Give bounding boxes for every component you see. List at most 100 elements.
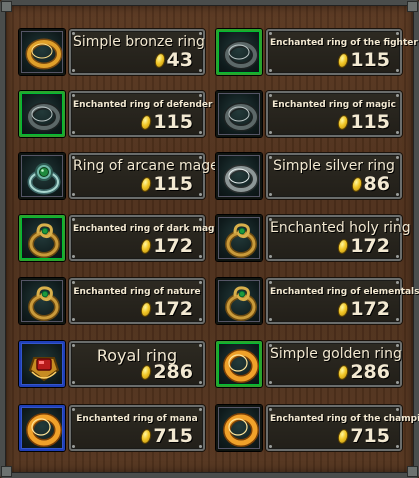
price-value: 115 [153, 111, 193, 133]
frame-stud [396, 255, 399, 258]
item-slot[interactable] [19, 215, 65, 261]
price-value: 715 [153, 425, 193, 447]
shop-item[interactable]: Enchanted ring of the fighter 115 [216, 29, 418, 77]
frame-stud [72, 218, 75, 221]
item-slot[interactable] [216, 153, 262, 199]
shop-item[interactable]: Ring of arcane mage 115 [19, 153, 219, 201]
frame-stud [396, 131, 399, 134]
gold-coin-icon [337, 364, 349, 380]
item-info-box[interactable]: Ring of arcane mage 115 [69, 153, 219, 199]
shop-item[interactable]: Simple golden ring 286 [216, 341, 404, 389]
item-info-box[interactable]: Enchanted ring of magic 115 [266, 91, 402, 137]
item-name: Enchanted ring of magic [272, 100, 396, 110]
frame-stud [199, 281, 202, 284]
shop-item[interactable]: Simple silver ring 86 [216, 153, 404, 201]
frame-stud [269, 318, 272, 321]
item-info-box[interactable]: Simple golden ring 286 [266, 341, 402, 387]
gold-coin-icon [337, 428, 349, 444]
frame-stud [199, 255, 202, 258]
shop-item[interactable]: Enchanted ring of mana 715 [19, 405, 207, 453]
item-name: Simple silver ring [273, 158, 395, 174]
item-info-box[interactable]: Enchanted ring of dark magic 172 [69, 215, 223, 261]
gold-coin-icon [140, 114, 152, 130]
frame-stud [269, 381, 272, 384]
item-info-box[interactable]: Royal ring 286 [69, 341, 205, 387]
frame-stud [396, 381, 399, 384]
frame-stud [199, 218, 202, 221]
item-slot[interactable] [216, 278, 262, 324]
frame-stud [199, 445, 202, 448]
frame-stud [396, 318, 399, 321]
item-info-box[interactable]: Enchanted ring of defender 115 [69, 91, 213, 137]
item-price: 172 [140, 235, 193, 257]
item-slot[interactable] [19, 341, 65, 387]
frame-stud [72, 69, 75, 72]
shop-item[interactable]: Enchanted ring of elementals 172 [216, 278, 419, 326]
frame-stud [396, 193, 399, 196]
frame-stud [269, 281, 272, 284]
item-info-box[interactable]: Simple silver ring 86 [266, 153, 402, 199]
item-slot[interactable] [216, 29, 262, 75]
item-info-box[interactable]: Enchanted ring of elementals 172 [266, 278, 419, 324]
shop-item[interactable]: Enchanted ring of defender 115 [19, 91, 213, 139]
item-price: 286 [337, 361, 390, 383]
price-value: 115 [153, 173, 193, 195]
frame-stud [269, 131, 272, 134]
item-slot[interactable] [216, 91, 262, 137]
frame-stud [199, 131, 202, 134]
item-info-box[interactable]: Enchanted ring of nature 172 [69, 278, 205, 324]
frame-stud [72, 445, 75, 448]
item-name: Ring of arcane mage [73, 158, 219, 174]
shop-item[interactable]: Enchanted ring of dark magic 172 [19, 215, 223, 263]
shop-item[interactable]: Simple bronze ring 43 [19, 29, 207, 77]
item-name: Enchanted ring of the fighter [270, 38, 418, 48]
shop-item[interactable]: Enchanted ring of nature 172 [19, 278, 207, 326]
item-info-box[interactable]: Enchanted ring of mana 715 [69, 405, 205, 451]
price-value: 286 [153, 361, 193, 383]
item-name: Enchanted holy ring [270, 220, 411, 236]
frame-stud [72, 281, 75, 284]
price-value: 115 [350, 49, 390, 71]
item-info-box[interactable]: Enchanted holy ring 172 [266, 215, 411, 261]
item-slot[interactable] [19, 91, 65, 137]
shop-item[interactable]: Royal ring 286 [19, 341, 207, 389]
corner-rivet [407, 1, 418, 12]
item-slot[interactable] [216, 341, 262, 387]
gold-coin-icon [337, 52, 349, 68]
item-slot[interactable] [216, 405, 262, 451]
item-name: Simple golden ring [270, 346, 402, 362]
item-slot[interactable] [19, 29, 65, 75]
gold-coin-icon [140, 301, 152, 317]
frame-stud [269, 69, 272, 72]
item-name: Enchanted ring of nature [73, 287, 201, 297]
item-name: Enchanted ring of defender [73, 100, 213, 110]
corner-rivet [1, 466, 12, 477]
item-info-box[interactable]: Enchanted ring of the champion 715 [266, 405, 419, 451]
item-slot[interactable] [19, 153, 65, 199]
price-value: 286 [350, 361, 390, 383]
item-info-box[interactable]: Simple bronze ring 43 [69, 29, 205, 75]
frame-stud [72, 94, 75, 97]
frame-stud [396, 94, 399, 97]
item-price: 115 [140, 173, 193, 195]
frame-stud [72, 255, 75, 258]
item-price: 172 [337, 298, 390, 320]
gold-coin-icon [154, 52, 166, 68]
frame-stud [199, 381, 202, 384]
item-price: 86 [351, 173, 390, 195]
item-slot[interactable] [19, 278, 65, 324]
shop-item[interactable]: Enchanted ring of the champion 715 [216, 405, 419, 453]
gold-coin-icon [140, 176, 152, 192]
frame-stud [396, 69, 399, 72]
item-slot[interactable] [19, 405, 65, 451]
frame-stud [199, 69, 202, 72]
item-name: Enchanted ring of dark magic [73, 224, 223, 234]
shop-item[interactable]: Enchanted ring of magic 115 [216, 91, 404, 139]
frame-stud [396, 281, 399, 284]
price-value: 715 [350, 425, 390, 447]
gold-coin-icon [337, 301, 349, 317]
item-slot[interactable] [216, 215, 262, 261]
gold-coin-icon [140, 428, 152, 444]
item-info-box[interactable]: Enchanted ring of the fighter 115 [266, 29, 418, 75]
shop-item[interactable]: Enchanted holy ring 172 [216, 215, 411, 263]
